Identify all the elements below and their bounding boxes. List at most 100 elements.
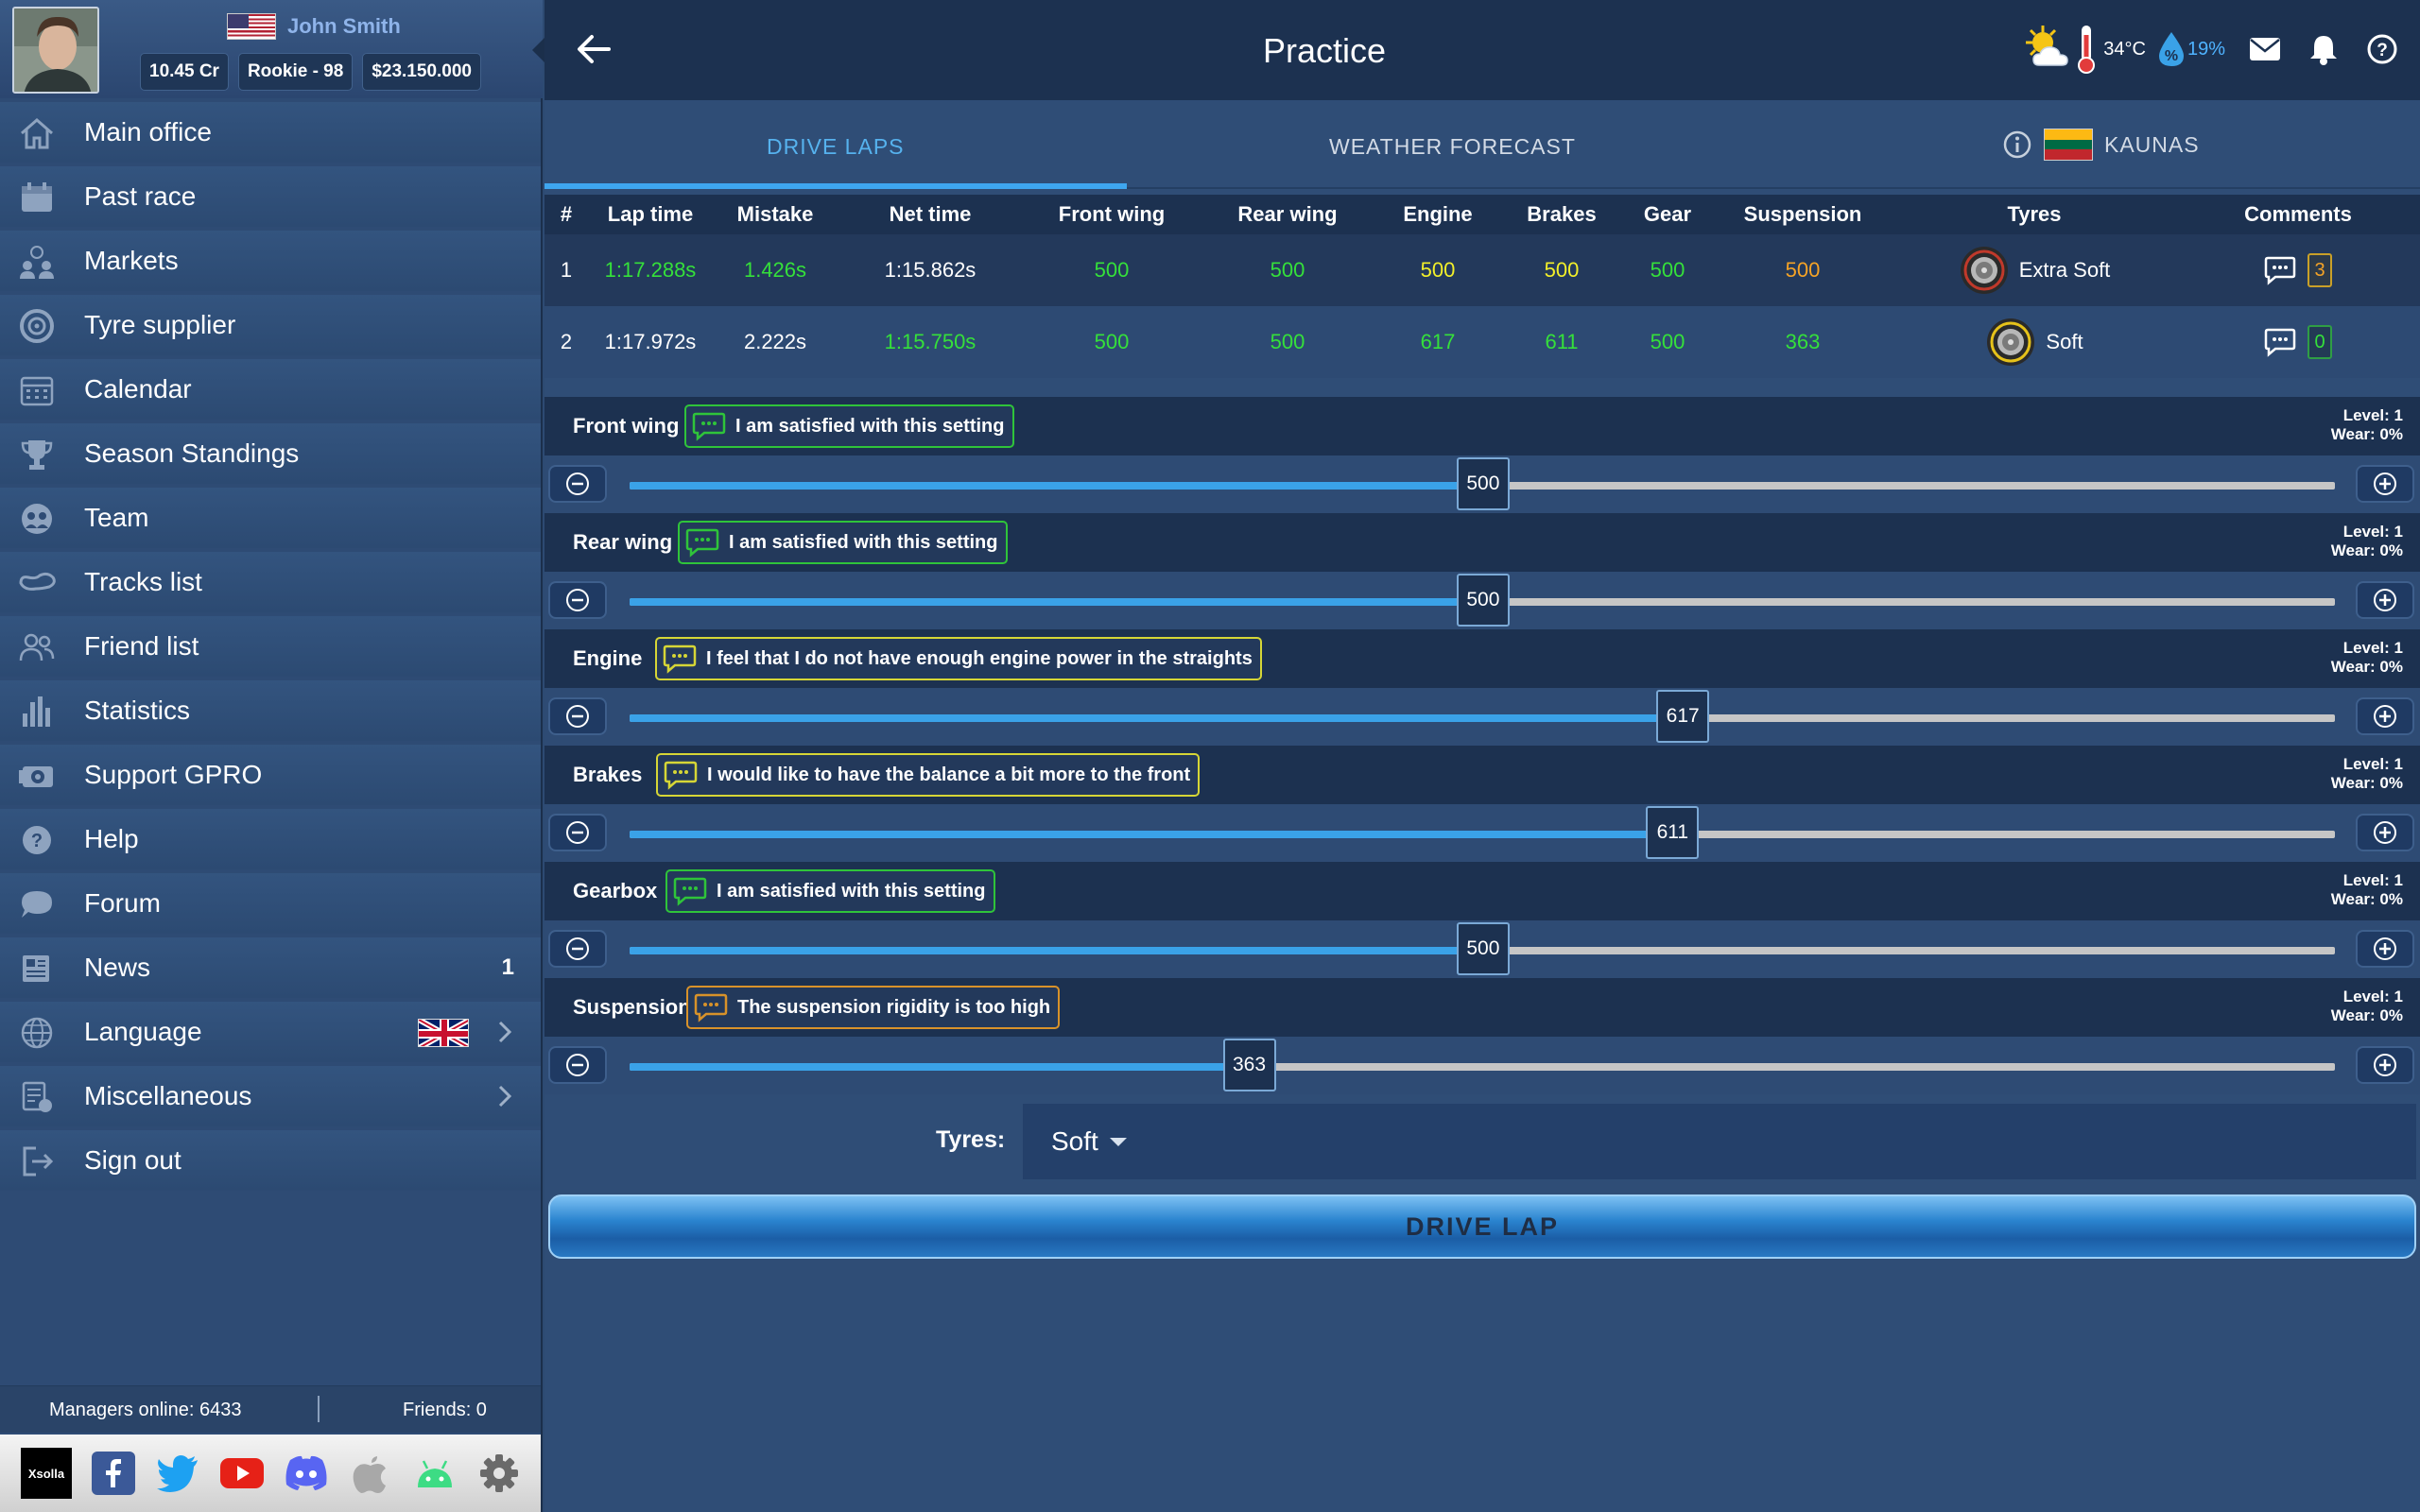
comment-count[interactable]: 0	[2308, 325, 2332, 359]
comment-bubble-icon[interactable]	[2264, 327, 2296, 357]
decrease-button[interactable]	[548, 697, 607, 735]
tyres-cell: Extra Soft	[1893, 234, 2176, 306]
slider-fill	[630, 482, 1483, 490]
drive-lap-button[interactable]: DRIVE LAP	[548, 1194, 2416, 1259]
decrease-button[interactable]	[548, 581, 607, 619]
slider-fill	[630, 598, 1483, 606]
slider-thumb[interactable]: 500	[1456, 574, 1510, 627]
tab-weather-forecast[interactable]: WEATHER FORECAST	[1329, 134, 1576, 160]
sidebar-item-forum[interactable]: Forum	[0, 873, 541, 934]
sidebar-item-support-gpro[interactable]: Support GPRO	[0, 745, 541, 805]
slider-track[interactable]: 611	[630, 806, 2335, 859]
active-tab-indicator	[544, 183, 1127, 189]
tab-drive-laps[interactable]: DRIVE LAPS	[767, 134, 905, 160]
bar-chart-icon	[17, 694, 57, 730]
sidebar-item-miscellaneous[interactable]: Miscellaneous	[0, 1066, 541, 1126]
comment-count[interactable]: 3	[2308, 253, 2332, 287]
slider-thumb[interactable]: 363	[1222, 1039, 1276, 1091]
setting-name: Brakes	[573, 763, 643, 786]
xsolla-label: Xsolla	[27, 1466, 65, 1481]
decrease-button[interactable]	[548, 930, 607, 968]
comment-bubble-icon[interactable]	[2264, 255, 2296, 285]
table-row[interactable]: 2 1:17.972s 2.222s 1:15.750s 500 500 617…	[544, 306, 2420, 378]
sidebar-item-tracks-list[interactable]: Tracks list	[0, 552, 541, 612]
table-row[interactable]: 1 1:17.288s 1.426s 1:15.862s 500 500 500…	[544, 234, 2420, 306]
slider-track[interactable]: 500	[630, 922, 2335, 975]
sidebar-item-label: Friend list	[84, 631, 199, 661]
slider-track[interactable]: 363	[630, 1039, 2335, 1091]
slider-thumb[interactable]: 500	[1456, 922, 1510, 975]
settings-gear-icon[interactable]	[476, 1451, 522, 1496]
divider	[318, 1396, 320, 1422]
sidebar-item-sign-out[interactable]: Sign out	[0, 1130, 541, 1191]
sidebar-item-calendar[interactable]: Calendar	[0, 359, 541, 420]
driver-comment: I feel that I do not have enough engine …	[655, 637, 1262, 680]
discord-icon[interactable]	[284, 1451, 329, 1496]
weather-status: 34°C % 19% ?	[2020, 23, 2420, 76]
xsolla-link[interactable]: Xsolla	[21, 1448, 72, 1499]
profile-name[interactable]: John Smith	[227, 13, 401, 40]
manager-name[interactable]: John Smith	[287, 14, 401, 39]
friends-icon	[17, 629, 57, 665]
sidebar-item-statistics[interactable]: Statistics	[0, 680, 541, 741]
slider-track[interactable]: 500	[630, 574, 2335, 627]
mail-icon[interactable]	[2244, 28, 2286, 70]
sidebar-item-help[interactable]: ? Help	[0, 809, 541, 869]
bell-icon[interactable]	[2303, 28, 2344, 70]
sidebar-toggle-notch[interactable]	[532, 38, 544, 62]
tyres-dropdown[interactable]: Soft	[1023, 1104, 2416, 1179]
level-text: Level: 1	[2342, 755, 2403, 773]
twitter-icon[interactable]	[155, 1451, 200, 1496]
globe-icon	[17, 1015, 57, 1051]
increase-button[interactable]	[2356, 930, 2414, 968]
decrease-button[interactable]	[548, 465, 607, 503]
slider-track[interactable]: 617	[630, 690, 2335, 743]
avatar[interactable]	[12, 7, 99, 94]
slider-value: 500	[1466, 937, 1500, 959]
decrease-button[interactable]	[548, 814, 607, 851]
apple-icon[interactable]	[348, 1451, 393, 1496]
sidebar-item-main-office[interactable]: Main office	[0, 102, 541, 163]
decrease-button[interactable]	[548, 1046, 607, 1084]
tyre-name: Soft	[2046, 330, 2083, 353]
slider-thumb[interactable]: 611	[1646, 806, 1700, 859]
youtube-icon[interactable]	[219, 1451, 265, 1496]
wear-text: Wear: 0%	[2330, 658, 2403, 676]
sidebar-item-friend-list[interactable]: Friend list	[0, 616, 541, 677]
info-icon[interactable]	[2002, 129, 2032, 160]
sidebar-item-label: Team	[84, 503, 149, 532]
slider-thumb[interactable]: 617	[1656, 690, 1710, 743]
facebook-icon[interactable]	[91, 1451, 136, 1496]
increase-button[interactable]	[2356, 814, 2414, 851]
slider-thumb[interactable]: 500	[1456, 457, 1510, 510]
sidebar-item-past-race[interactable]: Past race	[0, 166, 541, 227]
track-info[interactable]: KAUNAS	[2002, 129, 2200, 161]
slider-value: 611	[1656, 821, 1689, 843]
sidebar-item-tyre-supplier[interactable]: Tyre supplier	[0, 295, 541, 355]
page-title: Practice	[1262, 31, 1387, 70]
level-text: Level: 1	[2342, 871, 2403, 889]
col-header: Brakes	[1501, 195, 1622, 234]
slider-track[interactable]: 500	[630, 457, 2335, 510]
comment-bubble-icon	[692, 411, 726, 441]
help-circle-icon[interactable]: ?	[2361, 28, 2403, 70]
setting-slider-row: 500	[544, 920, 2420, 978]
sidebar-item-news[interactable]: News 1	[0, 937, 541, 998]
increase-button[interactable]	[2356, 465, 2414, 503]
sidebar-item-label: Calendar	[84, 374, 192, 404]
friends-online[interactable]: Friends: 0	[403, 1400, 487, 1421]
sidebar-item-markets[interactable]: Markets	[0, 231, 541, 291]
sidebar-item-team[interactable]: Team	[0, 488, 541, 548]
increase-button[interactable]	[2356, 581, 2414, 619]
humidity-icon: %	[2157, 30, 2186, 68]
android-icon[interactable]	[412, 1451, 458, 1496]
increase-button[interactable]	[2356, 697, 2414, 735]
driver-comment-text: I am satisfied with this setting	[729, 531, 998, 553]
sidebar-item-season-standings[interactable]: Season Standings	[0, 423, 541, 484]
level-text: Level: 1	[2342, 639, 2403, 657]
setting-header: Suspension The suspension rigidity is too…	[544, 978, 2420, 1037]
rear-wing-value: 500	[1201, 234, 1374, 306]
increase-button[interactable]	[2356, 1046, 2414, 1084]
sidebar-item-language[interactable]: Language	[0, 1002, 541, 1062]
temperature-value: 34°C	[2103, 38, 2146, 60]
